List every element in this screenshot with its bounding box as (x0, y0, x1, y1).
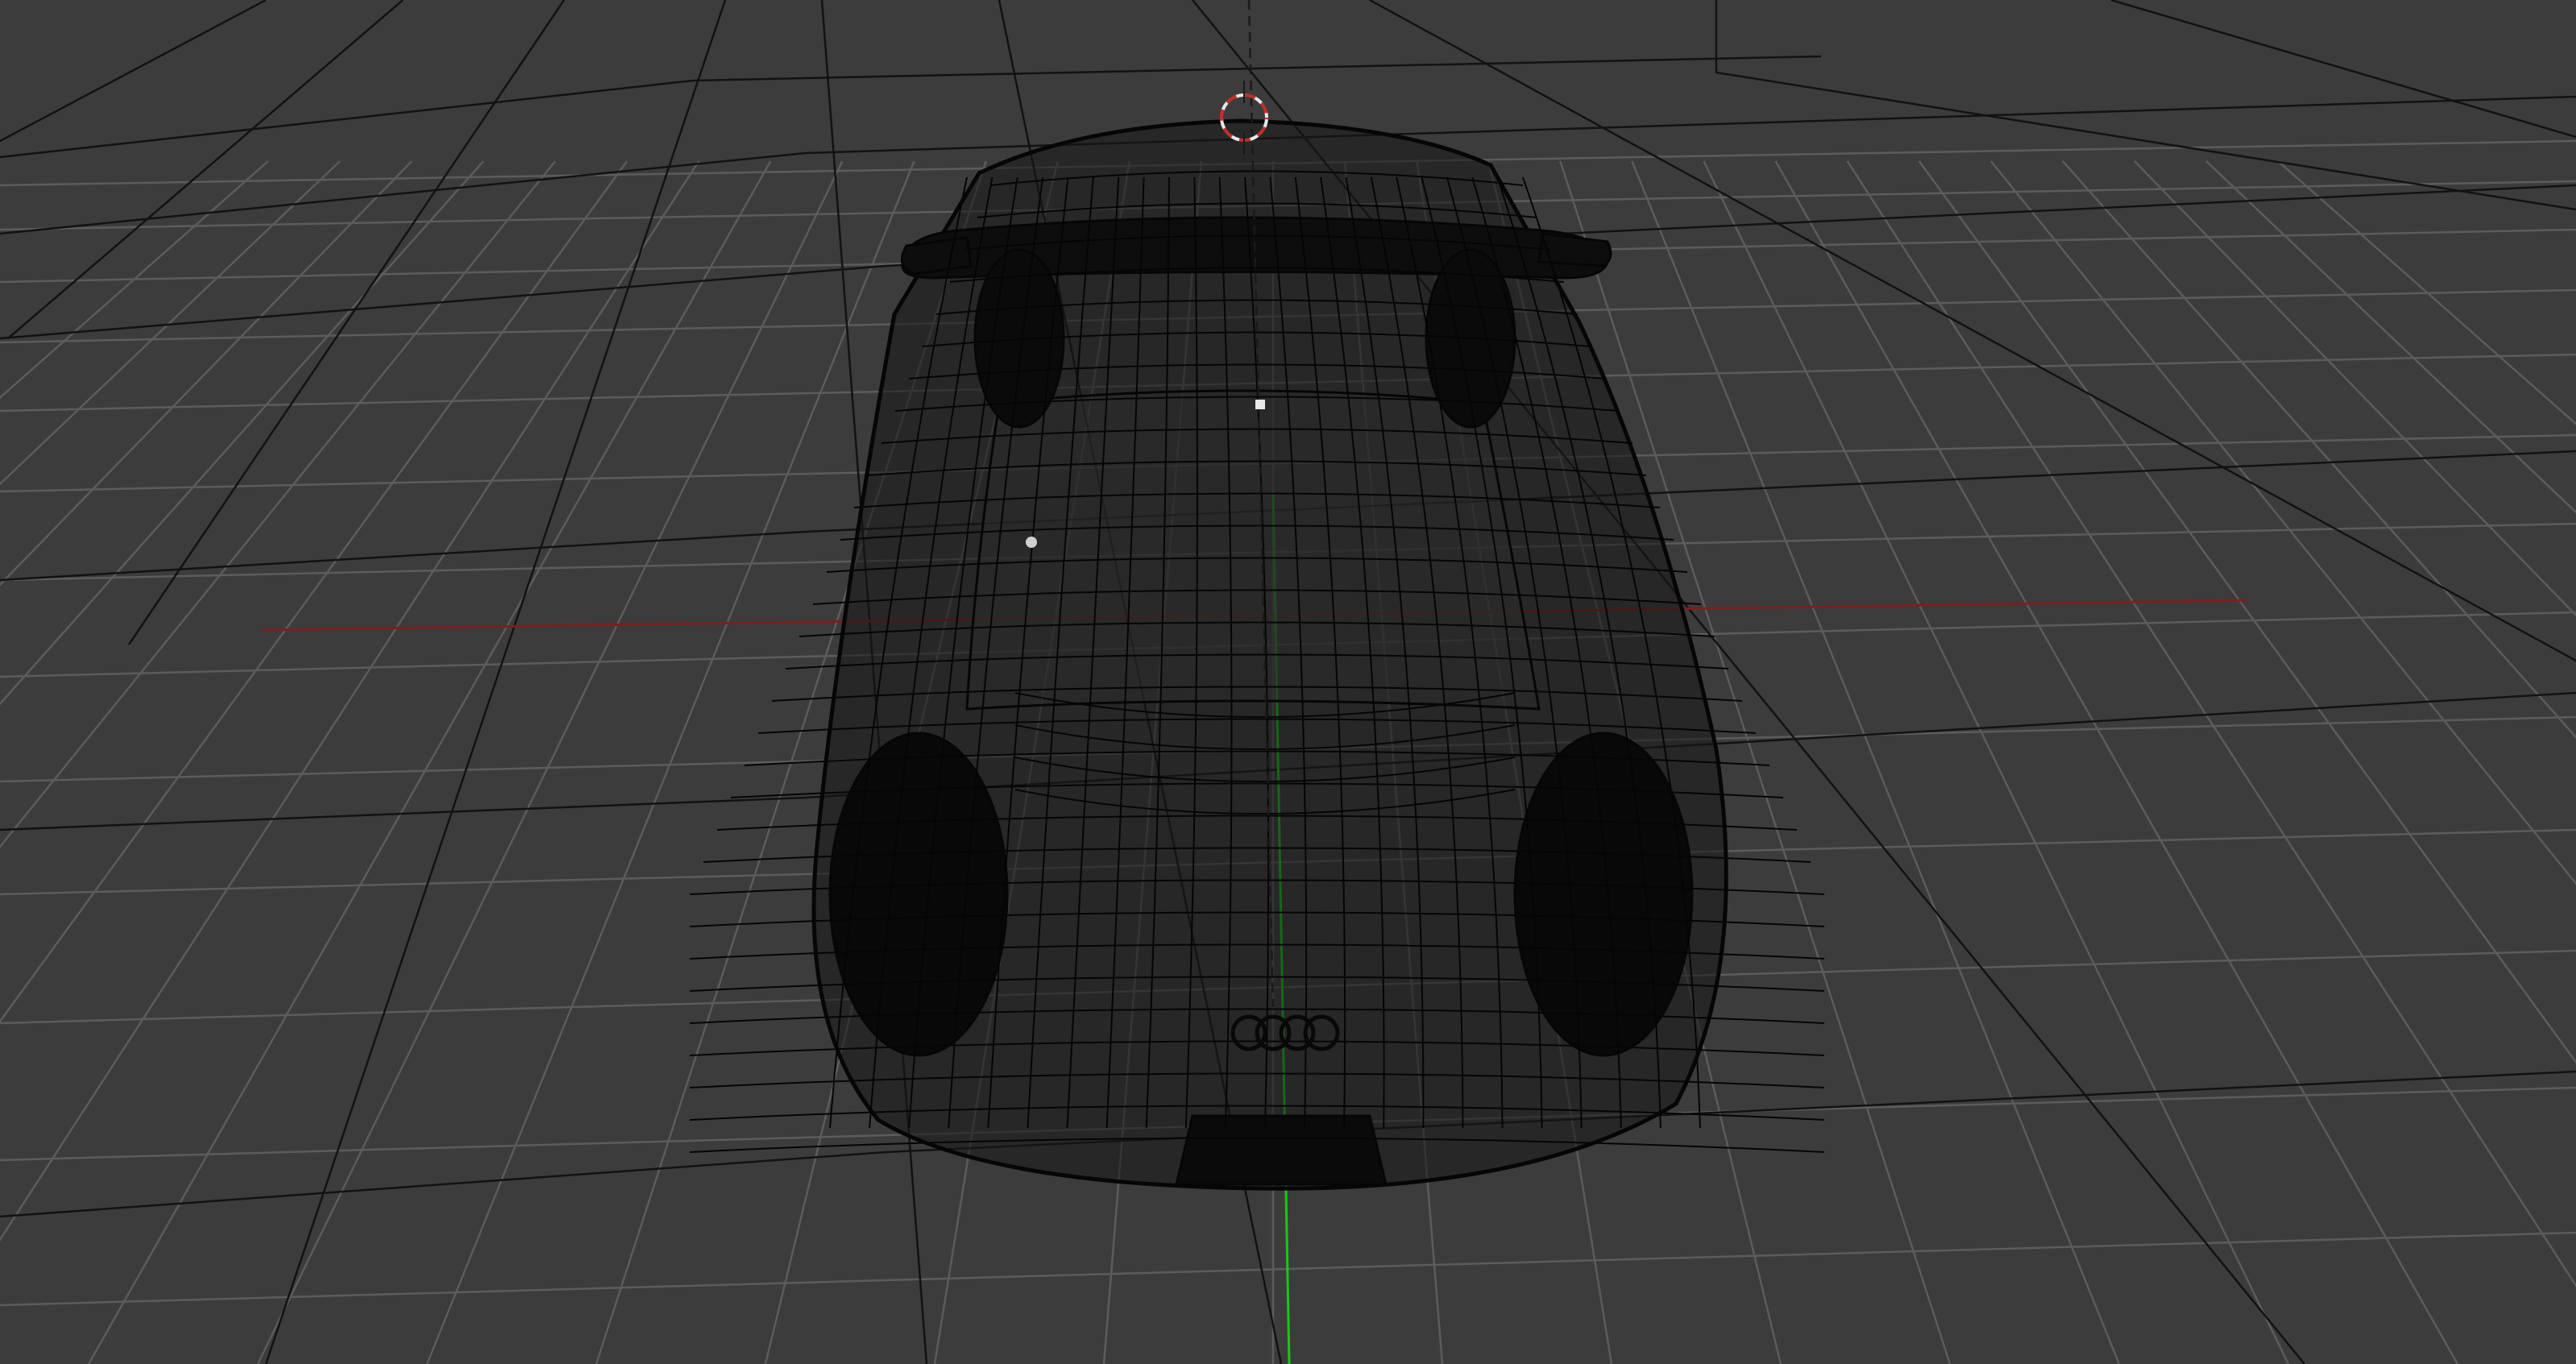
vertex-marker (1026, 537, 1037, 548)
3d-viewport[interactable] (0, 0, 2576, 1364)
car-cabin (965, 389, 1541, 711)
car-diffuser (1175, 1114, 1388, 1186)
viewport-canvas[interactable] (0, 0, 2576, 1364)
object-origin-icon[interactable] (1255, 400, 1265, 409)
rear-right-wheel (1513, 732, 1694, 1057)
